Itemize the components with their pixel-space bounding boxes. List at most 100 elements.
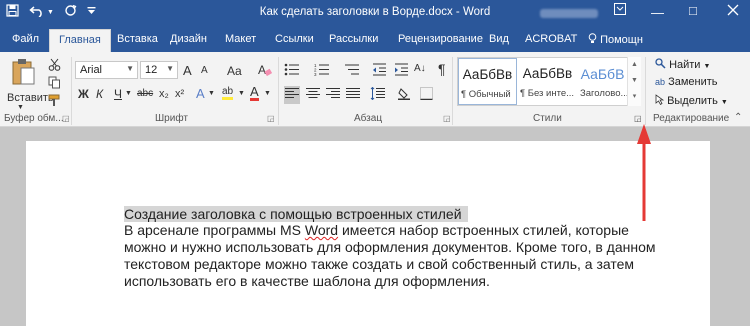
increase-indent-icon[interactable] xyxy=(394,63,409,79)
tab-home[interactable]: Главная xyxy=(49,29,111,52)
styles-launcher-icon[interactable]: ◲ xyxy=(634,114,642,123)
text-effects-button[interactable]: A xyxy=(196,86,205,101)
superscript-button[interactable]: x² xyxy=(175,88,184,100)
close-icon[interactable] xyxy=(727,4,739,19)
align-center-icon[interactable] xyxy=(306,87,320,103)
italic-button[interactable]: К xyxy=(96,87,103,101)
underline-dropdown-icon[interactable]: ▼ xyxy=(125,90,132,97)
user-account-name[interactable] xyxy=(540,9,598,18)
multilevel-list-icon[interactable] xyxy=(344,63,360,79)
tab-review[interactable]: Рецензирование xyxy=(398,33,483,45)
undo-icon[interactable] xyxy=(29,4,45,20)
font-color-button[interactable]: A xyxy=(250,85,259,101)
bullets-icon[interactable] xyxy=(284,63,300,79)
tab-design[interactable]: Дизайн xyxy=(170,33,207,45)
chevron-down-icon: ▼ xyxy=(126,64,134,73)
font-name-value: Arial xyxy=(80,64,103,76)
shading-icon[interactable] xyxy=(398,87,412,103)
style-no-spacing[interactable]: АаБбВв ¶ Без инте... xyxy=(518,58,577,105)
paste-button[interactable]: Вставить xyxy=(7,92,54,104)
tab-help[interactable]: Помощн xyxy=(588,33,643,46)
paragraph-launcher-icon[interactable]: ◲ xyxy=(443,114,451,123)
more-styles-icon[interactable]: ▾ xyxy=(628,89,641,105)
style-name: Заголово... xyxy=(580,88,629,99)
lightbulb-icon xyxy=(588,33,600,46)
style-heading-1[interactable]: АаБбВ Заголово... xyxy=(578,58,629,105)
align-right-icon[interactable] xyxy=(326,87,340,103)
tab-references[interactable]: Ссылки xyxy=(275,33,314,45)
underline-button[interactable]: Ч xyxy=(114,87,122,101)
show-marks-button[interactable]: ¶ xyxy=(438,61,446,77)
tab-file[interactable]: Файл xyxy=(12,33,39,45)
align-left-icon[interactable] xyxy=(284,86,300,104)
chevron-up-icon[interactable]: ▲ xyxy=(628,57,641,73)
maximize-button[interactable]: □ xyxy=(689,3,697,18)
font-launcher-icon[interactable]: ◲ xyxy=(267,114,275,123)
ribbon-display-options-icon[interactable] xyxy=(614,3,626,18)
save-icon[interactable] xyxy=(6,4,19,20)
highlight-button[interactable]: ab xyxy=(222,86,234,100)
paste-dropdown-icon[interactable]: ▼ xyxy=(17,104,24,111)
spellcheck-underlined-word: Word xyxy=(304,222,339,238)
document-paragraph-line[interactable]: текстовом редакторе можно также создать … xyxy=(124,256,634,272)
chevron-down-icon: ▼ xyxy=(703,63,711,70)
replace-button[interactable]: ab Заменить xyxy=(655,76,718,88)
font-name-combo[interactable]: Arial ▼ xyxy=(75,61,138,79)
cursor-icon xyxy=(655,94,667,107)
undo-dropdown-icon[interactable]: ▼ xyxy=(47,9,54,16)
justify-icon[interactable] xyxy=(346,87,360,103)
style-name: ¶ Без инте... xyxy=(520,88,575,99)
style-preview: АаБбВв xyxy=(462,67,513,82)
find-button[interactable]: Найти ▼ xyxy=(655,58,710,71)
search-icon xyxy=(655,58,669,71)
ribbon: Вставить ▼ Буфер обм... ◲ Arial ▼ 12 ▼ A… xyxy=(0,52,750,127)
tab-mailings[interactable]: Рассылки xyxy=(329,33,378,45)
copy-icon[interactable] xyxy=(48,76,61,92)
format-painter-icon[interactable] xyxy=(48,94,61,110)
clipboard-launcher-icon[interactable]: ◲ xyxy=(62,114,70,123)
tab-view[interactable]: Вид xyxy=(489,33,509,45)
tab-layout[interactable]: Макет xyxy=(225,33,256,45)
style-normal[interactable]: АаБбВв ¶ Обычный xyxy=(458,58,517,105)
numbering-icon[interactable]: 123 xyxy=(314,63,330,79)
document-heading[interactable]: Создание заголовка с помощью встроенных … xyxy=(124,206,468,222)
style-preview: АаБбВв xyxy=(522,66,573,81)
customize-qat-icon[interactable] xyxy=(87,6,96,18)
change-case-button[interactable]: Aa xyxy=(227,64,242,78)
svg-text:3: 3 xyxy=(314,72,317,76)
chevron-down-icon[interactable]: ▼ xyxy=(628,73,641,89)
clipboard-group-label: Буфер обм... xyxy=(4,113,64,124)
shrink-font-button[interactable]: A xyxy=(201,65,208,76)
paste-icon[interactable] xyxy=(10,58,36,91)
borders-icon[interactable] xyxy=(420,87,433,103)
font-size-combo[interactable]: 12 ▼ xyxy=(140,61,178,79)
cut-icon[interactable] xyxy=(48,58,61,74)
word-window: ▼ Как сделать заголовки в Ворде.docx - W… xyxy=(0,0,750,326)
decrease-indent-icon[interactable] xyxy=(372,63,387,79)
strikethrough-button[interactable]: abc xyxy=(137,88,153,99)
line-spacing-icon[interactable] xyxy=(370,86,386,103)
grow-font-button[interactable]: A xyxy=(183,63,192,78)
clear-formatting-icon[interactable]: A xyxy=(258,63,273,79)
document-paragraph-line[interactable]: В арсенале программы MS Word имеется наб… xyxy=(124,222,629,238)
sort-button[interactable]: A↓ xyxy=(414,63,426,74)
text-effects-dropdown-icon[interactable]: ▼ xyxy=(208,90,215,97)
bold-button[interactable]: Ж xyxy=(78,87,89,101)
tab-acrobat[interactable]: ACROBAT xyxy=(525,33,577,45)
group-divider xyxy=(645,57,646,125)
styles-group-label: Стили xyxy=(533,113,562,124)
styles-gallery: АаБбВв ¶ Обычный АаБбВв ¶ Без инте... Аа… xyxy=(457,57,641,106)
minimize-button[interactable]: — xyxy=(651,5,664,20)
styles-gallery-scroll[interactable]: ▲ ▼ ▾ xyxy=(627,57,641,106)
document-paragraph-line[interactable]: использовать его в качестве шаблона для … xyxy=(124,273,490,289)
document-paragraph-line[interactable]: можно и нужно использовать для оформлени… xyxy=(124,239,656,255)
editing-group-label: Редактирование xyxy=(653,113,730,124)
tab-insert[interactable]: Вставка xyxy=(117,33,158,45)
redo-icon[interactable] xyxy=(64,4,77,20)
group-divider xyxy=(71,57,72,125)
subscript-button[interactable]: x₂ xyxy=(159,88,169,100)
highlight-dropdown-icon[interactable]: ▼ xyxy=(238,90,245,97)
select-button[interactable]: Выделить ▼ xyxy=(655,94,728,107)
font-color-dropdown-icon[interactable]: ▼ xyxy=(264,90,271,97)
collapse-ribbon-icon[interactable]: ⌃ xyxy=(734,112,742,123)
